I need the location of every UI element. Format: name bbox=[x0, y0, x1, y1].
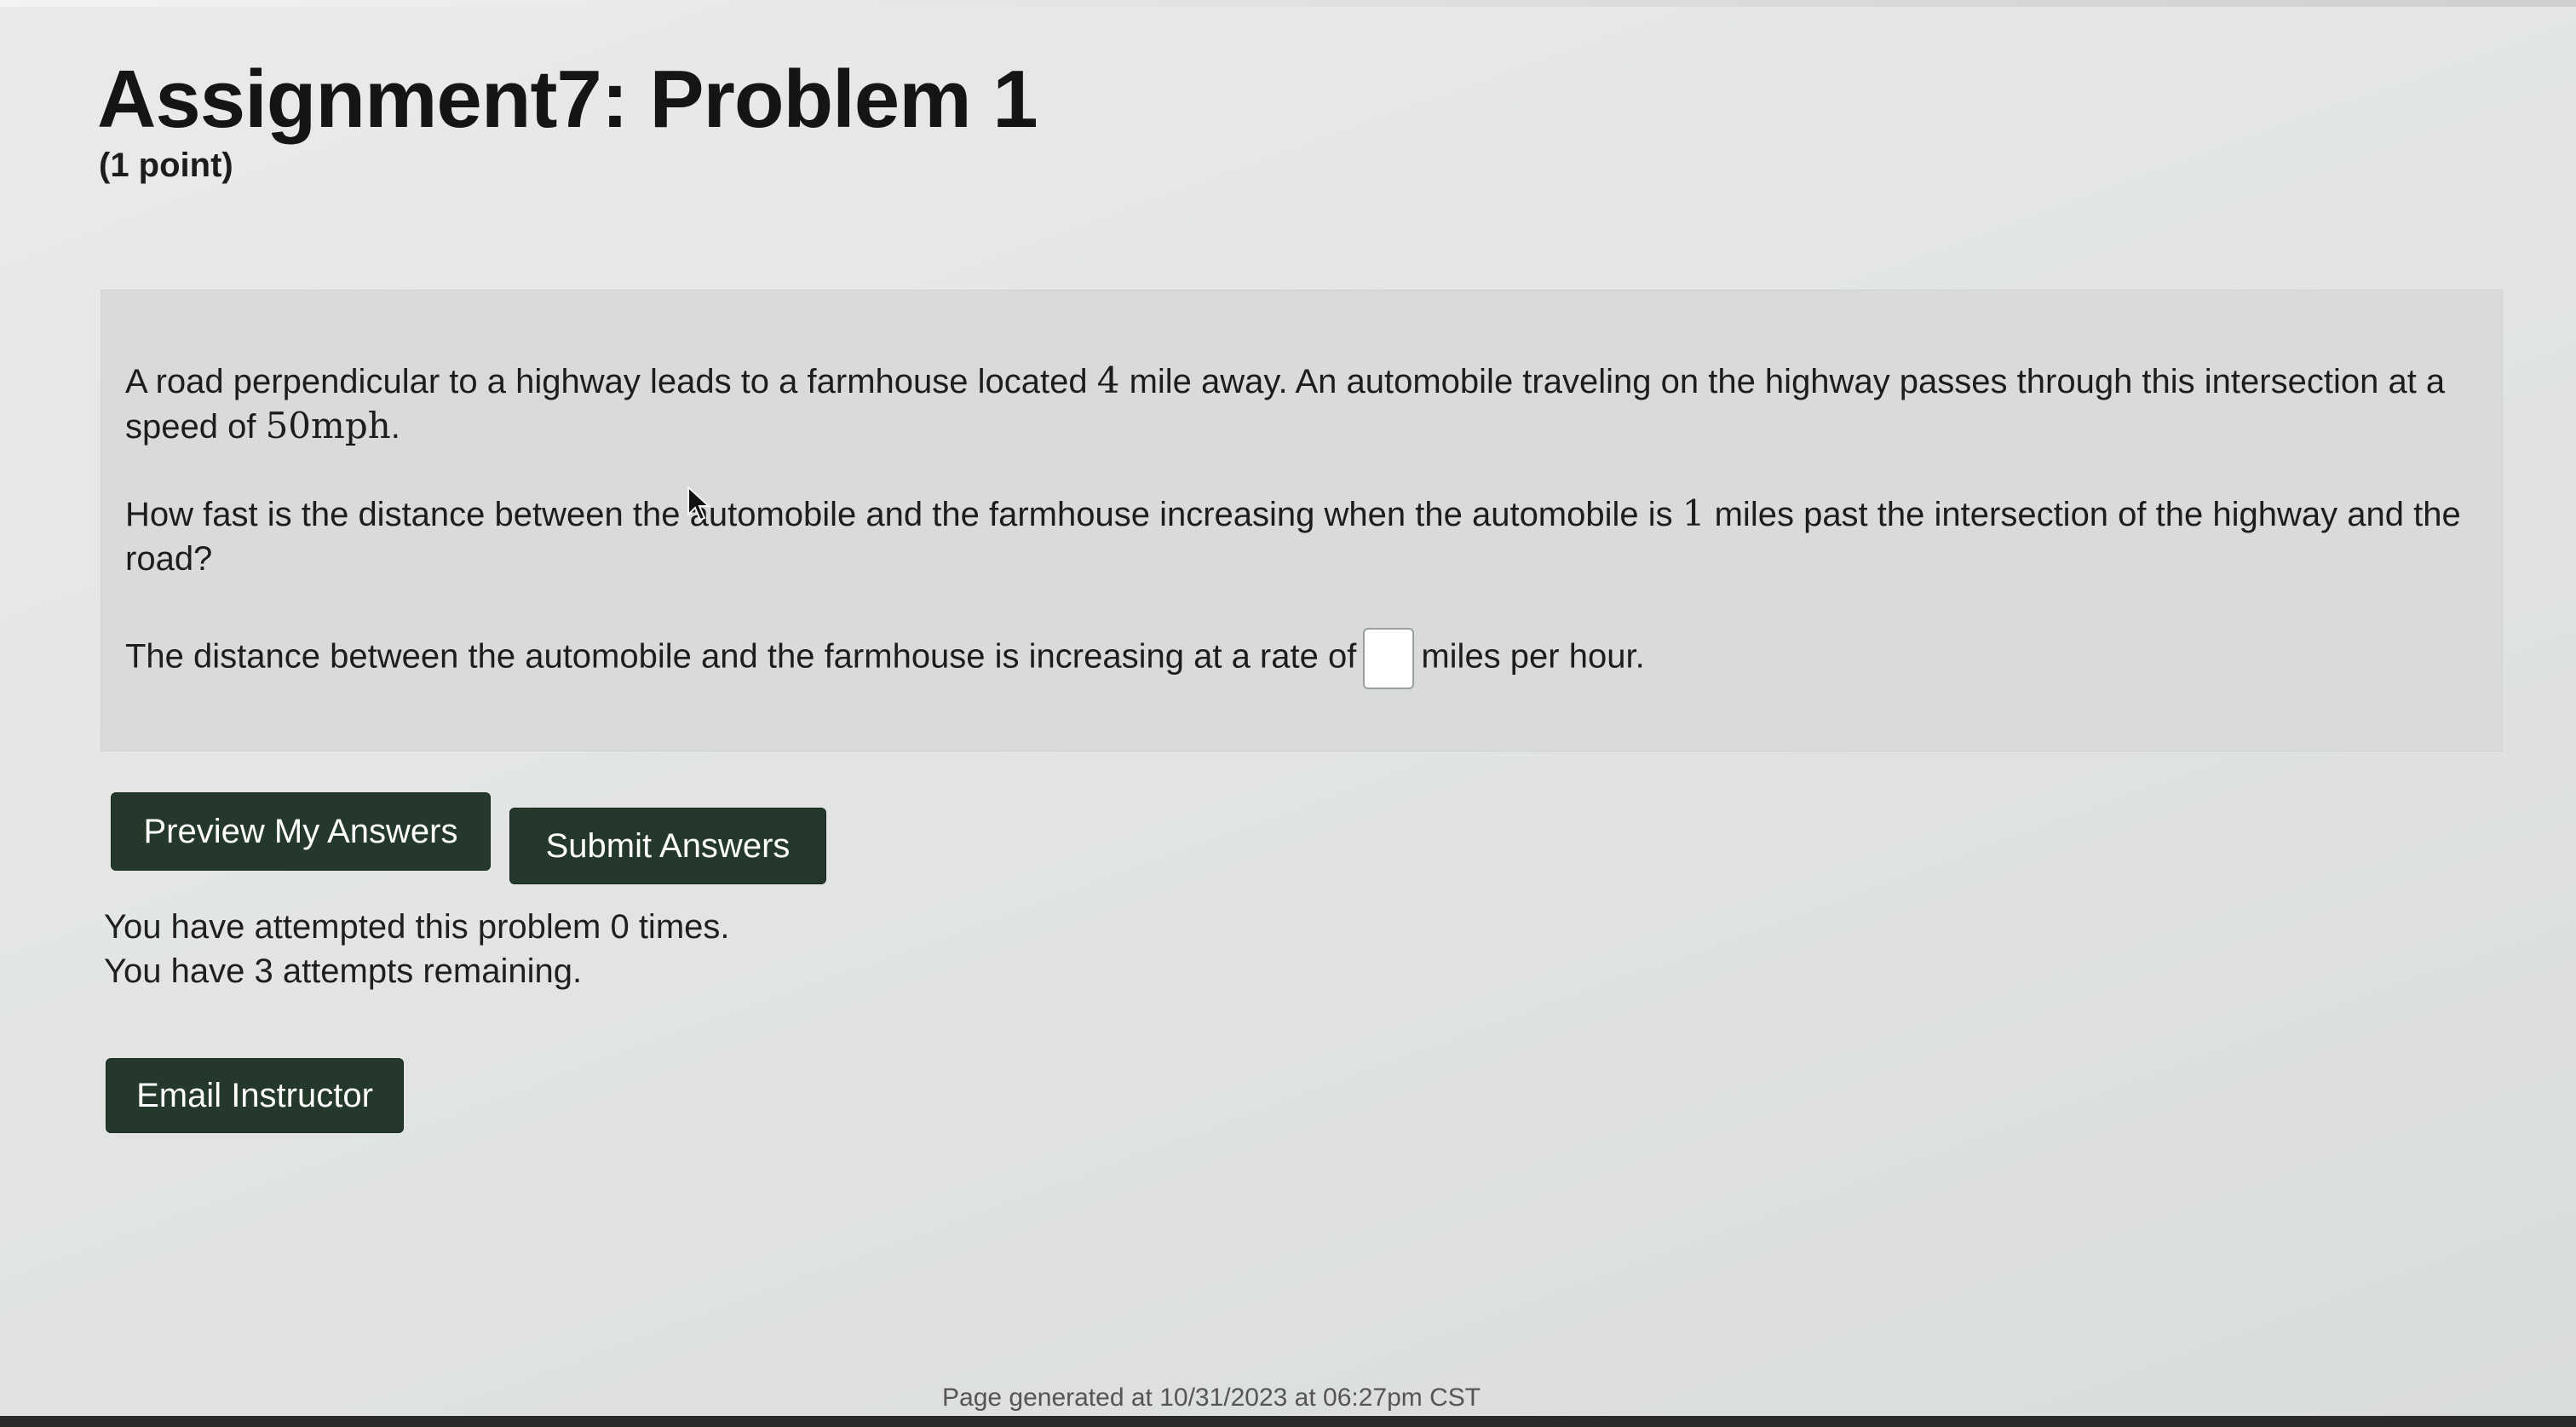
problem-paragraph-1: A road perpendicular to a highway leads … bbox=[125, 359, 2468, 449]
answer-input[interactable] bbox=[1363, 628, 1415, 689]
email-instructor-button[interactable]: Email Instructor bbox=[106, 1058, 404, 1133]
paragraph-2-text-start: How fast is the distance between the aut… bbox=[125, 496, 1682, 533]
answer-suffix-text: miles per hour. bbox=[1421, 637, 1645, 676]
problem-paragraph-2: How fast is the distance between the aut… bbox=[125, 492, 2468, 581]
answer-prefix-text: The distance between the automobile and … bbox=[125, 637, 1357, 676]
attempted-count-text: You have attempted this problem 0 times. bbox=[104, 908, 730, 946]
mouse-pointer-icon bbox=[687, 486, 711, 521]
problem-statement-box: A road perpendicular to a highway leads … bbox=[101, 290, 2503, 751]
bottom-edge-bar bbox=[0, 1416, 2576, 1427]
farm-distance-value: 4 bbox=[1096, 360, 1120, 401]
remaining-attempts-text: You have 3 attempts remaining. bbox=[104, 952, 583, 990]
page-title: Assignment7: Problem 1 bbox=[97, 54, 1038, 145]
problem-page: Assignment7: Problem 1 (1 point) A road … bbox=[0, 0, 2576, 1427]
points-label: (1 point) bbox=[99, 147, 233, 184]
paragraph-1-text-end: . bbox=[390, 408, 400, 446]
preview-answers-button[interactable]: Preview My Answers bbox=[111, 792, 491, 871]
submit-answers-button[interactable]: Submit Answers bbox=[509, 808, 826, 884]
answer-sentence: The distance between the automobile and … bbox=[125, 628, 2468, 689]
page-generated-footer: Page generated at 10/31/2023 at 06:27pm … bbox=[942, 1384, 1481, 1412]
paragraph-1-text-start: A road perpendicular to a highway leads … bbox=[125, 363, 1097, 400]
auto-distance-value: 1 bbox=[1682, 492, 1705, 534]
attempts-status: You have attempted this problem 0 times.… bbox=[104, 905, 730, 993]
speed-value: 50mph bbox=[265, 405, 391, 446]
